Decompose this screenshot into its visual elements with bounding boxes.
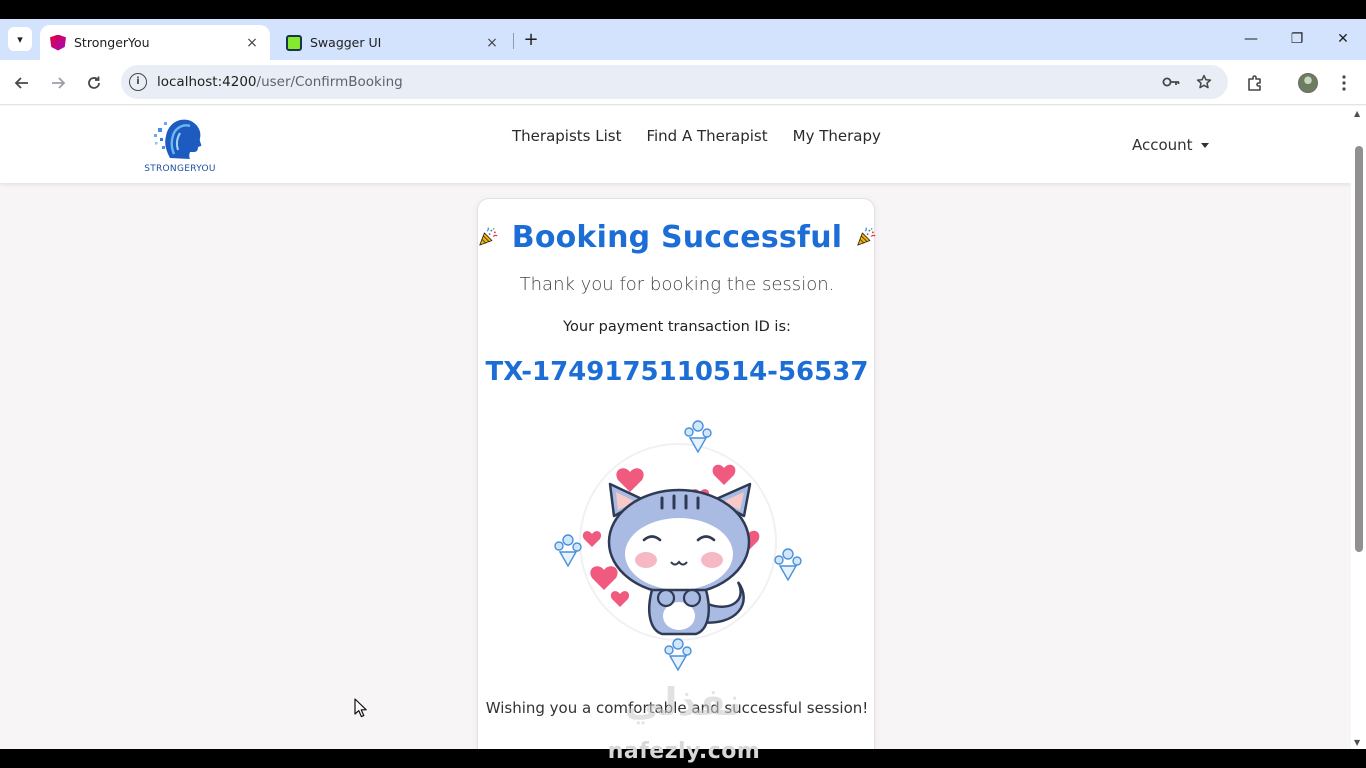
nav-my-therapy[interactable]: My Therapy [793, 127, 881, 145]
url-path: /user/ConfirmBooking [256, 74, 403, 90]
key-icon[interactable] [1162, 73, 1180, 91]
account-label: Account [1132, 136, 1193, 154]
site-logo[interactable]: STRONGERYOU [140, 114, 220, 176]
logo-text: STRONGERYOU [144, 164, 216, 174]
tab-separator [513, 33, 514, 49]
restore-button[interactable]: ❐ [1286, 28, 1308, 50]
booking-confirmation-card: Booking Successful Thank you for booking… [477, 198, 876, 749]
reload-button[interactable] [82, 71, 106, 95]
arrow-left-icon [14, 77, 28, 89]
booking-heading: Booking Successful [511, 219, 843, 255]
mouse-pointer-icon [354, 698, 367, 718]
thanks-message: Thank you for booking the session. [519, 274, 835, 295]
avatar [1298, 73, 1318, 93]
nav-therapists-list[interactable]: Therapists List [512, 127, 621, 145]
flower-icon [554, 534, 582, 568]
minimize-button[interactable]: — [1240, 28, 1262, 50]
page-scrollbar[interactable]: ▲ ▼ [1351, 106, 1366, 749]
profile-button[interactable] [1296, 71, 1320, 95]
flower-icon [774, 548, 802, 582]
url-host: localhost:4200 [157, 74, 257, 90]
close-icon[interactable]: × [244, 35, 260, 51]
scroll-down-arrow-icon[interactable]: ▼ [1354, 738, 1360, 747]
extensions-button[interactable] [1243, 71, 1267, 95]
nav-find-a-therapist[interactable]: Find A Therapist [646, 127, 767, 145]
main-nav: Therapists List Find A Therapist My Ther… [512, 127, 881, 145]
menu-button[interactable] [1332, 71, 1356, 95]
transaction-id: TX-1749175110514-56537 [485, 357, 869, 387]
scroll-up-arrow-icon[interactable]: ▲ [1354, 109, 1360, 118]
browser-toolbar: i localhost:4200/user/ConfirmBooking [0, 60, 1366, 105]
party-popper-icon [479, 227, 498, 246]
browser-window: ▾ StrongerYou × Swagger UI × + — ❐ ✕ i l [0, 19, 1366, 749]
new-tab-button[interactable]: + [520, 28, 542, 50]
url-text[interactable]: localhost:4200/user/ConfirmBooking [157, 74, 403, 90]
forward-button[interactable] [46, 71, 70, 95]
arrow-right-icon [52, 77, 66, 89]
caret-down-icon [1200, 142, 1209, 148]
site-navbar: STRONGERYOU Therapists List Find A Thera… [0, 106, 1351, 183]
tab-title: StrongerYou [74, 35, 150, 50]
scroll-thumb[interactable] [1355, 146, 1363, 552]
more-vertical-icon [1342, 75, 1346, 91]
swagger-icon [286, 34, 302, 51]
address-bar[interactable]: i localhost:4200/user/ConfirmBooking [121, 65, 1228, 99]
wish-message: Wishing you a comfortable and successful… [485, 699, 869, 717]
reload-icon [88, 76, 100, 89]
tab-search-button[interactable]: ▾ [8, 27, 32, 51]
close-window-button[interactable]: ✕ [1332, 28, 1354, 50]
info-icon[interactable]: i [129, 73, 147, 91]
tab-title: Swagger UI [310, 35, 382, 50]
close-icon[interactable]: × [484, 35, 500, 51]
page-viewport: STRONGERYOU Therapists List Find A Thera… [0, 106, 1351, 749]
tab-strip: ▾ StrongerYou × Swagger UI × + — ❐ ✕ [0, 19, 1366, 60]
party-popper-icon [857, 227, 876, 246]
chevron-down-icon: ▾ [17, 32, 23, 46]
puzzle-icon [1248, 75, 1261, 91]
tab-strongeryou[interactable]: StrongerYou × [40, 25, 270, 60]
tab-swagger[interactable]: Swagger UI × [276, 25, 510, 60]
star-icon[interactable] [1195, 73, 1213, 91]
flower-icon [664, 638, 692, 672]
head-silhouette-icon [154, 119, 202, 159]
transaction-label: Your payment transaction ID is: [563, 319, 791, 335]
heading-row: Booking Successful [478, 213, 876, 261]
screen: ▾ StrongerYou × Swagger UI × + — ❐ ✕ i l [0, 0, 1366, 768]
watermark-text: nafezly.com [607, 739, 761, 764]
back-button[interactable] [10, 71, 34, 95]
cat-hearts-illustration [554, 420, 802, 672]
angular-icon [50, 34, 66, 51]
account-dropdown[interactable]: Account [1132, 136, 1209, 154]
